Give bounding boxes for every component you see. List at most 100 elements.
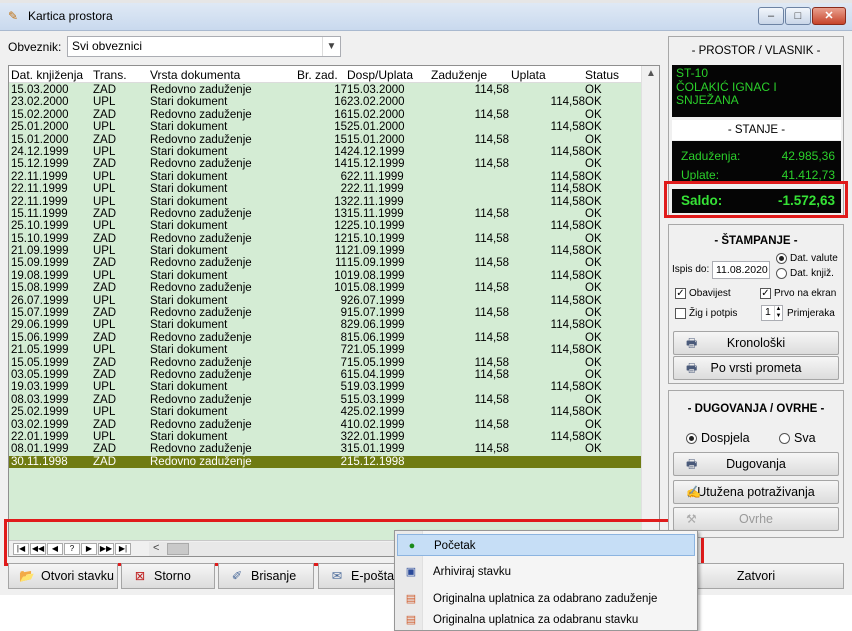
table-row[interactable]: 15.06.1999 ZAD Redovno zaduženje 8 15.06.199… bbox=[9, 332, 641, 344]
column-header[interactable]: Dosp/Uplata bbox=[347, 68, 429, 82]
menu-item-label: Arhiviraj stavku bbox=[433, 566, 511, 578]
table-row[interactable]: 03.05.1999 ZAD Redovno zaduženje 6 15.04.199… bbox=[9, 369, 641, 381]
table-row[interactable]: 22.11.1999 UPL Stari dokument 13 22.11.1999 1… bbox=[9, 196, 641, 208]
scroll-up-icon[interactable]: ▲ bbox=[646, 68, 656, 79]
table-row[interactable]: 15.10.1999 ZAD Redovno zaduženje 12 15.10.19… bbox=[9, 233, 641, 245]
eraser-icon: ✐ bbox=[231, 569, 243, 583]
column-header[interactable]: Trans. bbox=[93, 68, 148, 82]
cell-dospijece: 25.02.1999 bbox=[347, 406, 405, 419]
ispis-date-input[interactable]: 11.08.2020 bbox=[712, 261, 770, 279]
cell-trans: ZAD bbox=[93, 418, 116, 431]
radio-dat-valute[interactable] bbox=[776, 253, 787, 264]
cell-trans: ZAD bbox=[93, 207, 116, 220]
cell-trans: UPL bbox=[93, 381, 116, 394]
menu-item-arhiviraj[interactable]: ▣ Arhiviraj stavku bbox=[397, 561, 695, 583]
dugovanja-label: Dugovanja bbox=[726, 457, 786, 471]
table-row[interactable]: 25.02.1999 UPL Stari dokument 4 25.02.1999 11… bbox=[9, 406, 641, 418]
cell-zaduzenje: 114,58 bbox=[474, 418, 509, 431]
table-row[interactable]: 25.01.2000 UPL Stari dokument 15 25.01.2000 1… bbox=[9, 121, 641, 133]
table-row[interactable]: 21.05.1999 UPL Stari dokument 7 21.05.1999 11… bbox=[9, 344, 641, 356]
kronoloski-button[interactable]: 🖶 Kronološki bbox=[673, 331, 839, 355]
cell-trans: UPL bbox=[93, 319, 116, 332]
table-row[interactable]: 23.02.2000 UPL Stari dokument 16 23.02.2000 1… bbox=[9, 96, 641, 108]
cell-dospijece: 10.02.1999 bbox=[347, 418, 405, 431]
minimize-button[interactable]: – bbox=[758, 7, 784, 25]
cell-zaduzenje: 114,58 bbox=[474, 232, 509, 245]
table-row[interactable]: 15.12.1999 ZAD Redovno zaduženje 14 15.12.19… bbox=[9, 158, 641, 170]
storno-button[interactable]: ⊠ Storno bbox=[121, 563, 215, 589]
table-row[interactable]: 19.03.1999 UPL Stari dokument 5 19.03.1999 11… bbox=[9, 381, 641, 393]
table-row[interactable]: 15.02.2000 ZAD Redovno zaduženje 16 15.02.20… bbox=[9, 109, 641, 121]
obavijest-checkbox[interactable]: ✓ bbox=[675, 288, 686, 299]
table-row[interactable]: 24.12.1999 UPL Stari dokument 14 24.12.1999 1… bbox=[9, 146, 641, 158]
table-row[interactable]: 22.01.1999 UPL Stari dokument 3 22.01.1999 11… bbox=[9, 431, 641, 443]
table-row[interactable]: 03.02.1999 ZAD Redovno zaduženje 4 10.02.199… bbox=[9, 419, 641, 431]
maximize-button[interactable]: □ bbox=[785, 7, 811, 25]
cell-datum: 21.05.1999 bbox=[11, 344, 69, 357]
column-header[interactable]: Br. zad. bbox=[295, 68, 347, 82]
column-header[interactable]: Vrsta dokumenta bbox=[150, 68, 295, 82]
table-row[interactable]: 08.01.1999 ZAD Redovno zaduženje 3 15.01.199… bbox=[9, 443, 641, 455]
table-row[interactable]: 29.06.1999 UPL Stari dokument 8 29.06.1999 11… bbox=[9, 319, 641, 331]
obveznik-select[interactable]: Svi obveznici ▼ bbox=[67, 36, 341, 57]
utuzena-potrazivanja-button[interactable]: ✍ Utužena potraživanja bbox=[673, 480, 839, 504]
ovrhe-button[interactable]: ⚒ Ovrhe bbox=[673, 507, 839, 531]
close-button[interactable]: ✕ bbox=[812, 7, 846, 25]
printer-icon: 🖶 bbox=[686, 457, 698, 471]
cell-uplata: 114,58 bbox=[550, 195, 585, 208]
table-row[interactable]: 08.03.1999 ZAD Redovno zaduženje 5 15.03.199… bbox=[9, 394, 641, 406]
radio-sva[interactable] bbox=[779, 433, 790, 444]
brisanje-button[interactable]: ✐ Brisanje bbox=[218, 563, 314, 589]
stepper-arrows-icon[interactable]: ▲ ▼ bbox=[774, 306, 782, 320]
table-row[interactable]: 26.07.1999 UPL Stari dokument 9 26.07.1999 11… bbox=[9, 295, 641, 307]
table-row[interactable]: 15.11.1999 ZAD Redovno zaduženje 13 15.11.19… bbox=[9, 208, 641, 220]
cell-trans: ZAD bbox=[93, 331, 116, 344]
otvori-label: Otvori stavku bbox=[41, 569, 114, 583]
cell-dospijece: 21.05.1999 bbox=[347, 344, 405, 357]
radio-dat-knjiz[interactable] bbox=[776, 268, 787, 279]
table-row[interactable]: 22.11.1999 UPL Stari dokument 2 22.11.1999 11… bbox=[9, 183, 641, 195]
vertical-scrollbar[interactable]: ▲ bbox=[641, 66, 659, 542]
column-header[interactable]: Status bbox=[585, 68, 633, 82]
cell-trans: ZAD bbox=[93, 443, 116, 456]
table-row[interactable]: 21.09.1999 UPL Stari dokument 11 21.09.1999 1… bbox=[9, 245, 641, 257]
table-row[interactable]: 15.08.1999 ZAD Redovno zaduženje 10 15.08.19… bbox=[9, 282, 641, 294]
table-row[interactable]: 15.07.1999 ZAD Redovno zaduženje 9 15.07.199… bbox=[9, 307, 641, 319]
transactions-grid[interactable]: Dat. knjiženja Trans. Vrsta dokumenta Br… bbox=[8, 65, 660, 557]
cell-vrsta: Redovno zaduženje bbox=[150, 232, 252, 245]
column-header[interactable]: Uplata bbox=[509, 68, 585, 82]
table-row[interactable]: 19.08.1999 UPL Stari dokument 10 19.08.1999 1… bbox=[9, 270, 641, 282]
prvo-na-ekran-checkbox[interactable]: ✓ bbox=[760, 288, 771, 299]
cell-vrsta: Stari dokument bbox=[150, 170, 228, 183]
cell-uplata: 114,58 bbox=[550, 245, 585, 258]
table-row[interactable]: 15.05.1999 ZAD Redovno zaduženje 7 15.05.199… bbox=[9, 357, 641, 369]
owner-line: ST-10 bbox=[676, 66, 709, 80]
menu-item-uplatnica-zaduzenje[interactable]: ▤ Originalna uplatnica za odabrano zaduž… bbox=[397, 588, 695, 610]
po-vrsti-prometa-button[interactable]: 🖶 Po vrsti prometa bbox=[673, 356, 839, 380]
table-row[interactable]: 25.10.1999 UPL Stari dokument 12 25.10.1999 1… bbox=[9, 220, 641, 232]
copies-stepper[interactable]: 1 ▲ ▼ bbox=[761, 305, 783, 321]
cell-br-zad: 3 bbox=[340, 430, 347, 443]
e-posta-button[interactable]: ✉ E-pošta bbox=[318, 563, 396, 589]
zig-potpis-checkbox[interactable] bbox=[675, 308, 686, 319]
dugovanja-button[interactable]: 🖶 Dugovanja bbox=[673, 452, 839, 476]
cell-status: OK bbox=[585, 207, 602, 220]
stanje-header: - STANJE - bbox=[672, 120, 841, 140]
table-row[interactable]: 15.01.2000 ZAD Redovno zaduženje 15 15.01.20… bbox=[9, 134, 641, 146]
table-row[interactable]: 15.09.1999 ZAD Redovno zaduženje 11 15.09.19… bbox=[9, 257, 641, 269]
menu-item-uplatnica-stavka[interactable]: ▤ Originalna uplatnica za odabranu stavk… bbox=[397, 609, 695, 631]
column-header[interactable]: Zaduženje bbox=[429, 68, 509, 82]
radio-dospjela[interactable] bbox=[686, 433, 697, 444]
cell-datum: 08.03.1999 bbox=[11, 393, 69, 406]
table-row[interactable]: 15.03.2000 ZAD Redovno zaduženje 17 15.03.20… bbox=[9, 84, 641, 96]
cell-status: OK bbox=[585, 84, 602, 96]
menu-item-pocetak[interactable]: ● Početak bbox=[397, 534, 695, 556]
cell-vrsta: Stari dokument bbox=[150, 220, 228, 233]
column-header[interactable]: Dat. knjiženja bbox=[11, 68, 89, 82]
stampanje-header: - ŠTAMPANJE - bbox=[714, 235, 798, 247]
table-row-selected[interactable]: 30.11.1998 ZAD Redovno zaduženje 2 15.12.199… bbox=[9, 455, 641, 469]
table-row[interactable]: 22.11.1999 UPL Stari dokument 6 22.11.1999 11… bbox=[9, 171, 641, 183]
otvori-stavku-button[interactable]: 📂 Otvori stavku bbox=[8, 563, 118, 589]
chevron-down-icon[interactable]: ▼ bbox=[322, 37, 340, 56]
zig-potpis-label: Žig i potpis bbox=[689, 308, 738, 319]
